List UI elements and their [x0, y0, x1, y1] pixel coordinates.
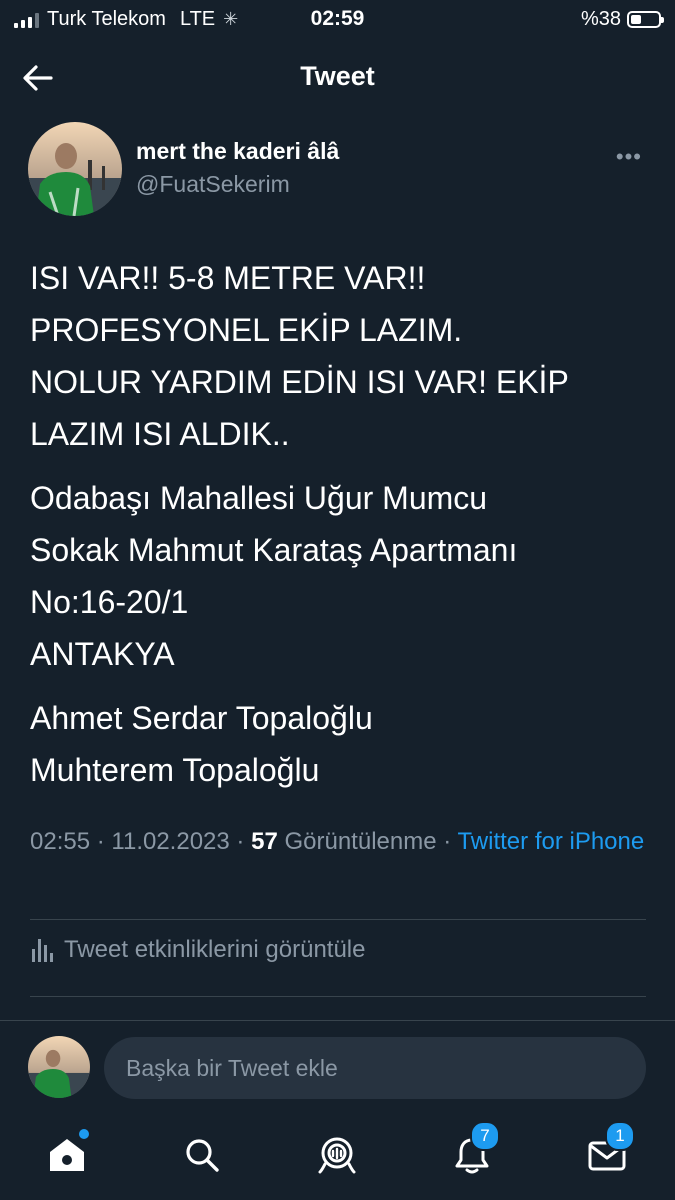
reply-bar	[0, 1020, 675, 1116]
battery-icon	[627, 11, 664, 28]
tweet-text: ISI VAR!! 5-8 METRE VAR!! PROFESYONEL EK…	[30, 252, 650, 808]
messages-badge: 1	[605, 1121, 635, 1151]
home-new-dot	[79, 1129, 89, 1139]
analytics-icon	[32, 939, 53, 962]
author-name[interactable]: mert the kaderi âlâ	[136, 138, 339, 165]
avatar	[28, 1036, 90, 1098]
notifications-badge: 7	[470, 1121, 500, 1151]
tweet-paragraph: ISI VAR!! 5-8 METRE VAR!! PROFESYONEL EK…	[30, 260, 569, 452]
tweet-paragraph: Odabaşı Mahallesi Uğur Mumcu Sokak Mahmu…	[30, 480, 518, 672]
view-analytics-button[interactable]: Tweet etkinliklerini görüntüle	[30, 936, 366, 964]
divider	[30, 919, 646, 920]
tweet-author: mert the kaderi âlâ @FuatSekerim •••	[28, 120, 648, 216]
battery-percent: %38	[580, 8, 621, 30]
tab-spaces[interactable]	[307, 1125, 367, 1185]
avatar[interactable]	[28, 122, 122, 216]
status-bar: Turk Telekom LTE ✳ 02:59 %38	[0, 0, 675, 40]
author-handle[interactable]: @FuatSekerim	[136, 171, 290, 198]
status-time: 02:59	[310, 7, 365, 30]
nav-header: Tweet	[0, 50, 675, 104]
views-label: Görüntülenme	[284, 828, 437, 855]
meta-separator: ·	[443, 828, 452, 855]
home-icon	[50, 1139, 84, 1171]
tab-home[interactable]	[37, 1125, 97, 1185]
more-icon[interactable]: •••	[616, 144, 642, 170]
spaces-icon	[318, 1137, 356, 1174]
tweet-date: 11.02.2023	[111, 828, 230, 855]
tweet-source-link[interactable]: Twitter for iPhone	[457, 828, 644, 855]
tab-messages[interactable]: 1	[577, 1121, 637, 1185]
page-title: Tweet	[300, 61, 375, 91]
reply-input[interactable]	[104, 1037, 646, 1099]
avatar-image	[28, 1036, 90, 1098]
tab-search[interactable]	[172, 1125, 232, 1185]
tab-bar: 7 1	[0, 1115, 675, 1200]
status-right: %38	[580, 8, 664, 31]
tab-notifications[interactable]: 7	[442, 1121, 502, 1185]
search-icon	[186, 1139, 219, 1172]
avatar-image	[28, 122, 122, 216]
tweet-paragraph: Ahmet Serdar Topaloğlu Muhterem Topaloğl…	[30, 700, 373, 788]
meta-separator: ·	[96, 828, 105, 855]
views-count: 57	[251, 828, 278, 855]
divider	[30, 996, 646, 997]
meta-separator: ·	[236, 828, 245, 855]
analytics-label: Tweet etkinliklerini görüntüle	[64, 936, 366, 963]
tweet-time: 02:55	[30, 828, 91, 855]
tweet-meta: 02:55 · 11.02.2023 · 57 Görüntülenme · T…	[30, 824, 650, 860]
